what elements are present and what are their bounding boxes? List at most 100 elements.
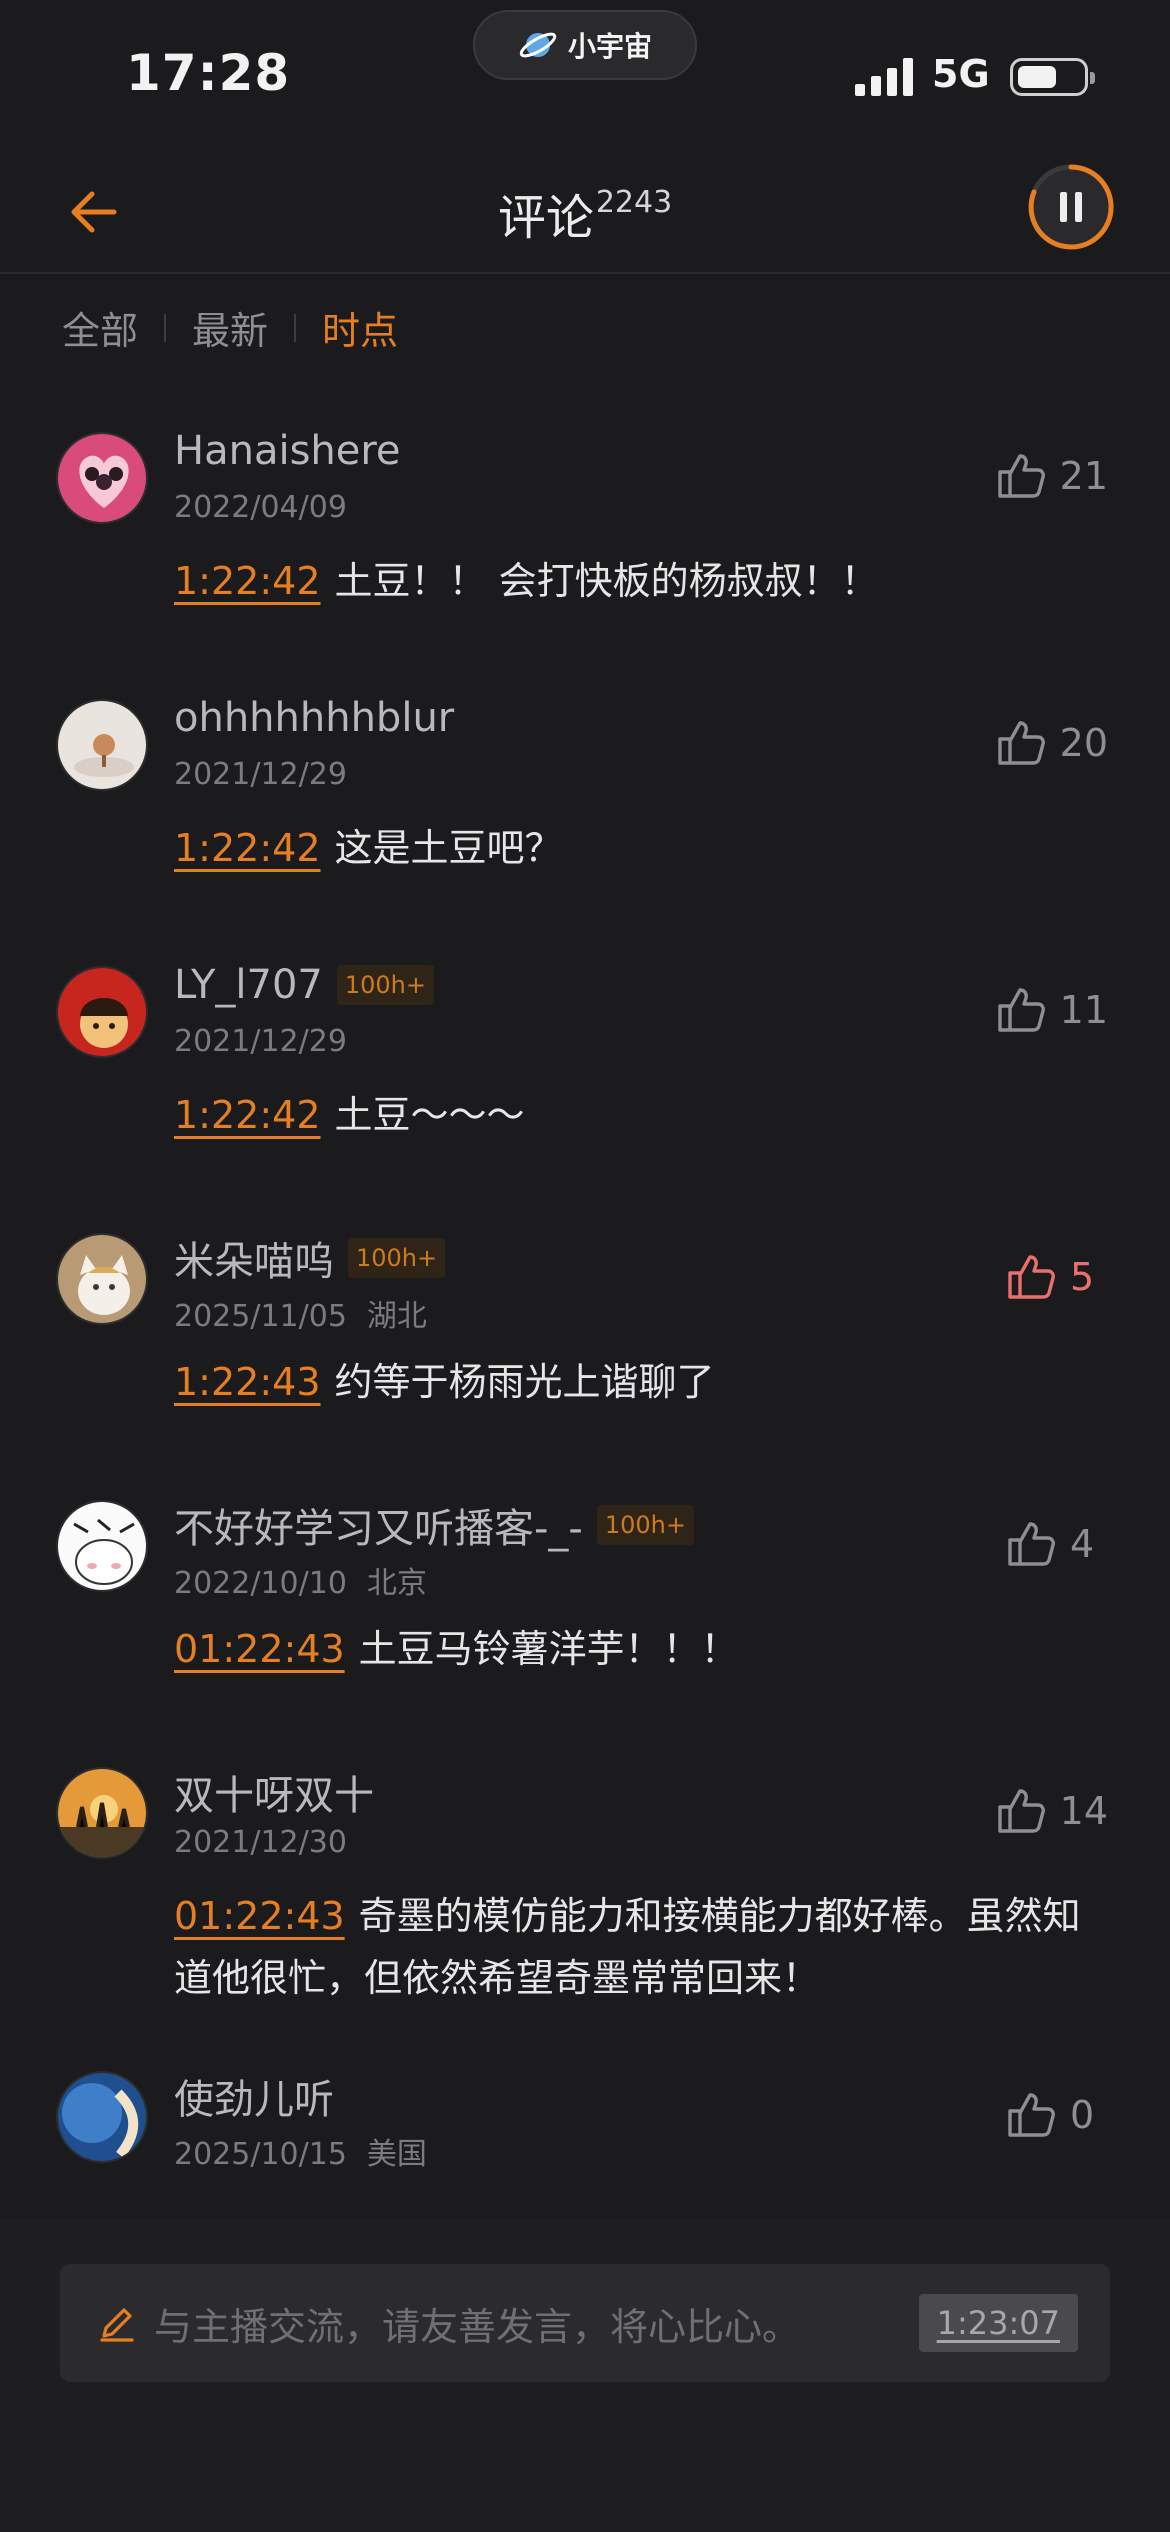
thumbs-up-icon bbox=[997, 721, 1045, 765]
battery-icon bbox=[1010, 58, 1095, 96]
like-count: 5 bbox=[1070, 1255, 1095, 1299]
comment-location: 美国 bbox=[366, 2137, 427, 2172]
comment-date: 2025/10/15 bbox=[174, 2137, 347, 2172]
like-button[interactable]: 21 bbox=[992, 448, 1108, 504]
comment-item: 米朵喵呜 100h+ 2025/11/05 湖北 1:22:43 约等于杨雨光上谐聊了… bbox=[0, 1181, 1170, 1448]
username-text: 双十呀双十 bbox=[174, 1773, 374, 1819]
avatar[interactable] bbox=[56, 432, 148, 524]
comment-date: 2021/12/29 bbox=[174, 1024, 347, 1059]
avatar[interactable] bbox=[56, 1233, 148, 1325]
page-title-text: 评论 bbox=[497, 190, 594, 246]
comment-text: 土豆～～～ bbox=[334, 1093, 525, 1137]
comment-meta: 2025/10/15 美国 bbox=[174, 2129, 427, 2173]
comment-input[interactable]: 与主播交流，请友善发言，将心比心。 1:23:07 bbox=[60, 2264, 1110, 2382]
timestamp-link[interactable]: 1:22:42 bbox=[174, 559, 321, 603]
comment-date: 2022/10/10 bbox=[174, 1566, 347, 1601]
like-count: 4 bbox=[1070, 1522, 1095, 1566]
like-button[interactable]: 20 bbox=[992, 715, 1108, 771]
comment-item: Hanaishere 2022/04/09 1:22:42 土豆！！ 会打快板的杨… bbox=[0, 380, 1170, 647]
comment-meta: 2021/12/30 bbox=[174, 1825, 347, 1860]
username-text: 使劲儿听 bbox=[174, 2077, 334, 2123]
comment-username[interactable]: Hanaishere bbox=[174, 428, 401, 474]
comment-body: 1:22:43 约等于杨雨光上谐聊了 bbox=[174, 1351, 1104, 1413]
comment-username[interactable]: 不好好学习又听播客-_- 100h+ bbox=[174, 1496, 695, 1554]
avatar[interactable] bbox=[56, 966, 148, 1058]
tab-divider bbox=[164, 313, 167, 342]
comment-date: 2022/04/09 bbox=[174, 490, 347, 525]
planet-icon bbox=[518, 25, 558, 65]
comment-text: 土豆！！ 会打快板的杨叔叔！！ bbox=[334, 559, 879, 603]
like-count: 20 bbox=[1059, 721, 1108, 765]
page-title: 评论2243 bbox=[0, 178, 1170, 248]
comment-body: 01:22:43 土豆马铃薯洋芋！！！ bbox=[174, 1618, 1104, 1680]
comment-meta: 2021/12/29 bbox=[174, 757, 347, 792]
comment-meta: 2025/11/05 湖北 bbox=[174, 1291, 427, 1335]
comment-meta: 2022/10/10 北京 bbox=[174, 1558, 427, 1602]
avatar[interactable] bbox=[56, 699, 148, 791]
username-text: 不好好学习又听播客-_- bbox=[174, 1506, 583, 1552]
comment-meta: 2021/12/29 bbox=[174, 1024, 347, 1059]
comment-body: 1:22:42 土豆！！ 会打快板的杨叔叔！！ bbox=[174, 550, 1104, 612]
comment-text: 约等于杨雨光上谐聊了 bbox=[334, 1360, 715, 1404]
status-time: 17:28 bbox=[126, 44, 291, 102]
cellular-signal-icon bbox=[855, 58, 915, 96]
comment-item: 不好好学习又听播客-_- 100h+ 2022/10/10 北京 01:22:43 土… bbox=[0, 1448, 1170, 1715]
comment-username[interactable]: LY_l707 100h+ bbox=[174, 962, 435, 1008]
current-time-chip[interactable]: 1:23:07 bbox=[918, 2294, 1078, 2352]
timestamp-link[interactable]: 01:22:43 bbox=[174, 1627, 345, 1671]
comment-location: 湖北 bbox=[366, 1299, 427, 1334]
comment-username[interactable]: 米朵喵呜 100h+ bbox=[174, 1229, 446, 1287]
comment-body: 01:22:43 奇墨的模仿能力和接横能力都好棒。虽然知道他很忙，但依然希望奇墨常… bbox=[174, 1885, 1104, 2009]
avatar[interactable] bbox=[56, 2071, 148, 2163]
pause-button[interactable] bbox=[1026, 162, 1116, 252]
top-nav-bar: 评论2243 bbox=[0, 150, 1170, 274]
comment-username[interactable]: 使劲儿听 bbox=[174, 2067, 334, 2125]
like-button[interactable]: 14 bbox=[992, 1783, 1108, 1839]
listen-hours-badge: 100h+ bbox=[596, 1505, 695, 1545]
comment-location: 北京 bbox=[366, 1566, 427, 1601]
like-button[interactable]: 4 bbox=[1002, 1516, 1108, 1572]
listen-hours-badge: 100h+ bbox=[348, 1238, 446, 1278]
comment-date: 2021/12/30 bbox=[174, 1825, 347, 1860]
tab-divider bbox=[294, 313, 297, 342]
tab-latest[interactable]: 最新 bbox=[192, 300, 268, 355]
comment-text: 这是土豆吧？ bbox=[334, 826, 563, 870]
thumbs-up-icon bbox=[1008, 2093, 1055, 2137]
listen-hours-badge: 100h+ bbox=[336, 965, 435, 1005]
thumbs-up-icon bbox=[997, 1789, 1045, 1833]
timestamp-link[interactable]: 1:22:42 bbox=[174, 826, 321, 870]
network-type: 5G bbox=[932, 52, 990, 96]
comment-filter-tabs: 全部 最新 时点 bbox=[62, 300, 398, 355]
input-placeholder: 与主播交流，请友善发言，将心比心。 bbox=[154, 2304, 801, 2349]
like-button[interactable]: 11 bbox=[992, 982, 1108, 1038]
timestamp-link[interactable]: 01:22:43 bbox=[174, 1894, 345, 1938]
comment-username[interactable]: 双十呀双十 bbox=[174, 1763, 374, 1821]
timestamp-link[interactable]: 1:22:43 bbox=[174, 1360, 321, 1404]
dynamic-island-pill[interactable]: 小宇宙 bbox=[473, 10, 697, 80]
like-button[interactable]: 5 bbox=[1002, 1249, 1108, 1305]
thumbs-up-icon bbox=[1008, 1522, 1055, 1566]
status-bar: 17:28 小宇宙 5G bbox=[0, 0, 1170, 150]
avatar[interactable] bbox=[56, 1500, 148, 1592]
like-count: 14 bbox=[1059, 1789, 1108, 1833]
comment-username[interactable]: ohhhhhhhblur bbox=[174, 695, 454, 741]
comment-count: 2243 bbox=[595, 185, 673, 220]
comment-item: ohhhhhhhblur 2021/12/29 1:22:42 这是土豆吧？ 20 bbox=[0, 647, 1170, 914]
tab-all[interactable]: 全部 bbox=[62, 300, 138, 355]
avatar[interactable] bbox=[56, 1767, 148, 1859]
username-text: ohhhhhhhblur bbox=[174, 695, 455, 741]
timestamp-link[interactable]: 1:22:42 bbox=[174, 1093, 321, 1137]
tab-timepoint[interactable]: 时点 bbox=[322, 300, 398, 355]
comment-date: 2025/11/05 bbox=[174, 1299, 347, 1334]
comment-input-bar: 与主播交流，请友善发言，将心比心。 1:23:07 bbox=[0, 2218, 1170, 2532]
like-count: 0 bbox=[1070, 2093, 1095, 2137]
comment-item: 使劲儿听 2025/10/15 美国 0 bbox=[0, 2043, 1170, 2223]
like-button[interactable]: 0 bbox=[1002, 2087, 1108, 2143]
thumbs-up-icon bbox=[997, 454, 1045, 498]
like-count: 21 bbox=[1059, 454, 1108, 498]
comment-item: 双十呀双十 2021/12/30 01:22:43 奇墨的模仿能力和接横能力都好棒… bbox=[0, 1715, 1170, 2043]
comment-date: 2021/12/29 bbox=[174, 757, 347, 792]
username-text: Hanaishere bbox=[174, 428, 401, 474]
comment-body: 1:22:42 这是土豆吧？ bbox=[174, 817, 1104, 879]
comment-meta: 2022/04/09 bbox=[174, 490, 347, 525]
